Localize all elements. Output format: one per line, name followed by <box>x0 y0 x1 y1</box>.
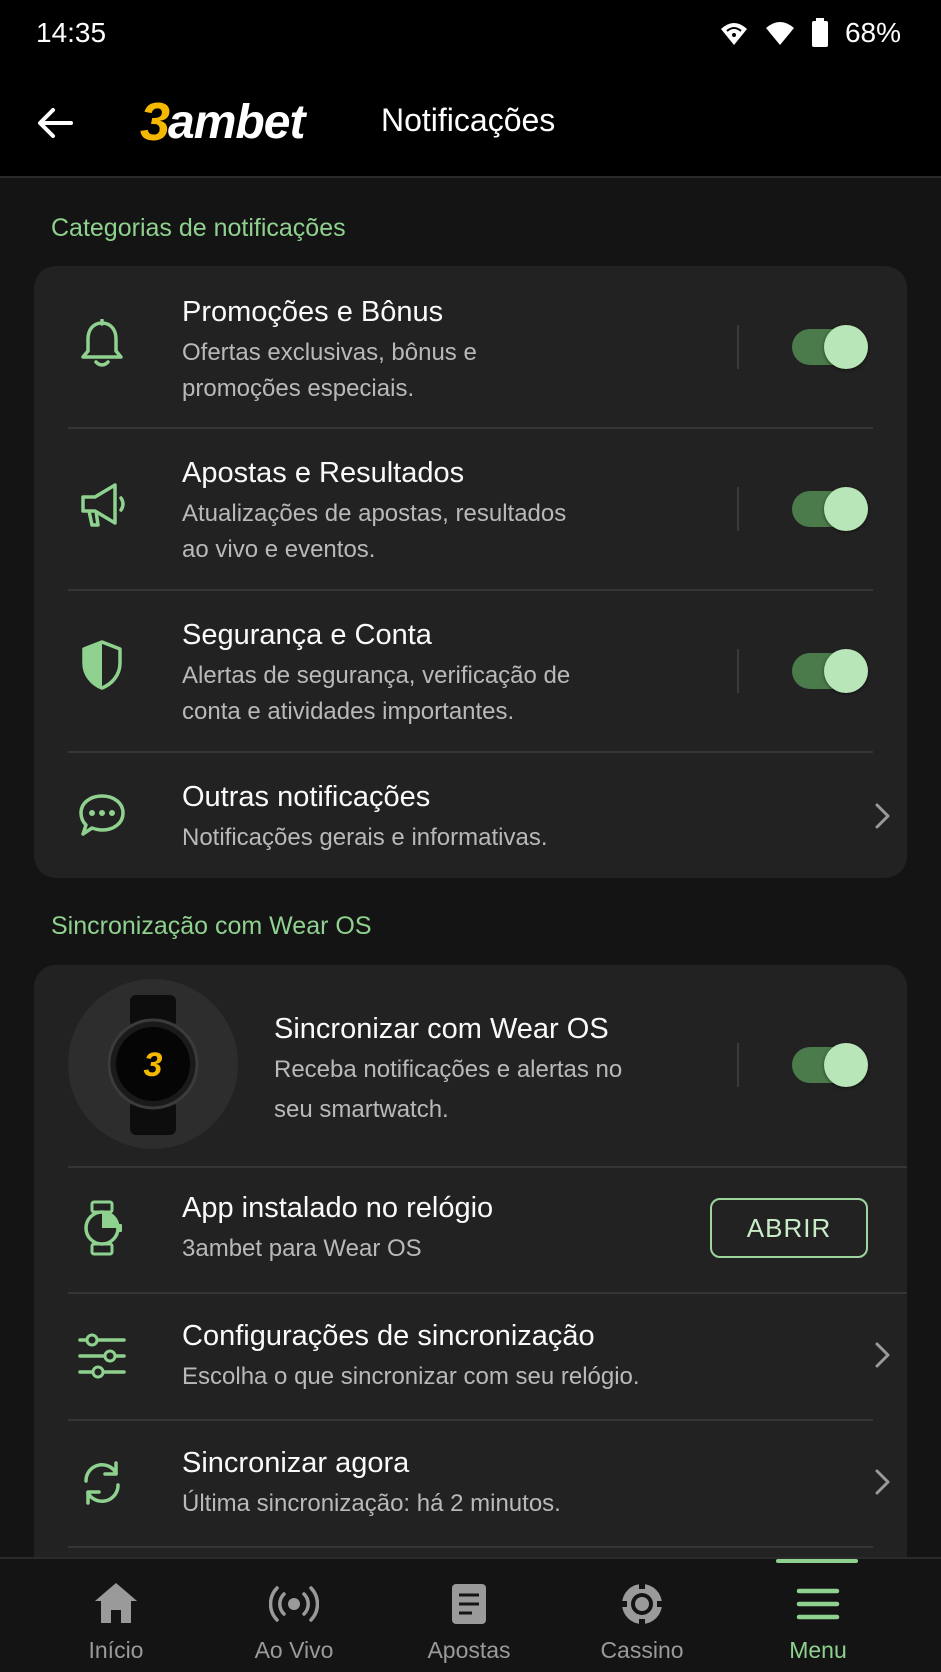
watch-check-icon <box>74 1200 130 1256</box>
toggle-knob <box>824 649 868 693</box>
installed-app-row: App instalado no relógio 3ambet para Wea… <box>34 1168 907 1292</box>
sliders-icon <box>74 1328 130 1384</box>
sync-now-description: Última sincronização: há 2 minutos. <box>182 1490 561 1517</box>
description-line: Atualizações de apostas, resultados <box>182 500 567 527</box>
row-divider <box>68 1546 873 1548</box>
description-line: promoções especiais. <box>182 375 415 402</box>
nav-label: Cassino <box>600 1637 684 1663</box>
toggle-seguranca[interactable] <box>792 649 868 693</box>
nav-cassino[interactable]: Cassino <box>572 1559 712 1672</box>
toggle-apostas[interactable] <box>792 487 868 531</box>
vertical-separator <box>737 1043 739 1087</box>
category-description: Notificações gerais e informativas. <box>182 820 547 856</box>
arrow-left-icon <box>38 108 73 138</box>
notification-categories-card: Promoções e Bônus Ofertas exclusivas, bô… <box>34 266 907 878</box>
description-line: Alertas de segurança, verificação de <box>182 662 571 689</box>
toggle-knob <box>824 487 868 531</box>
installed-app-description: 3ambet para Wear OS <box>182 1235 422 1262</box>
nav-label: Ao Vivo <box>254 1637 334 1663</box>
vertical-separator <box>737 487 739 531</box>
toggle-knob <box>824 1043 868 1087</box>
betslip-icon <box>452 1584 486 1624</box>
description-line: conta e atividades importantes. <box>182 698 515 725</box>
nav-inicio[interactable]: Início <box>46 1559 186 1672</box>
sync-icon <box>74 1455 130 1511</box>
watch-illustration: 3 <box>68 979 238 1149</box>
wifi-icon <box>765 22 794 45</box>
section-title-categorias: Categorias de notificações <box>51 214 346 242</box>
wear-sync-description: Receba notificações e alertas no seu sma… <box>274 1050 622 1130</box>
chevron-right-icon <box>875 1469 890 1495</box>
category-row-outras[interactable]: Outras notificações Notificações gerais … <box>34 753 907 878</box>
back-button[interactable] <box>30 98 80 148</box>
description-line: Receba notificações e alertas no <box>274 1056 623 1083</box>
toggle-promocoes[interactable] <box>792 325 868 369</box>
nav-ao-vivo[interactable]: Ao Vivo <box>224 1559 364 1672</box>
bell-icon <box>74 316 130 372</box>
category-title: Promoções e Bônus <box>182 296 444 328</box>
category-row-apostas[interactable]: Apostas e Resultados Atualizações de apo… <box>34 429 907 589</box>
nav-label: Início <box>88 1637 144 1663</box>
section-title-wear-os: Sincronização com Wear OS <box>51 912 372 940</box>
open-app-button[interactable]: ABRIR <box>710 1198 868 1258</box>
smartwatch-icon: 3 <box>107 995 199 1135</box>
description-line: ao vivo e eventos. <box>182 536 376 563</box>
category-row-seguranca[interactable]: Segurança e Conta Alertas de segurança, … <box>34 591 907 751</box>
status-bar: 14:35 68% <box>0 0 941 66</box>
chevron-right-icon <box>875 1342 890 1368</box>
hotspot-icon <box>720 23 747 45</box>
battery-percent: 68% <box>844 17 901 48</box>
toggle-wear-sync[interactable] <box>792 1043 868 1087</box>
home-icon <box>95 1583 137 1623</box>
live-icon <box>269 1586 319 1622</box>
watch-logo: 3 <box>144 1046 163 1084</box>
toggle-knob <box>824 325 868 369</box>
megaphone-icon <box>74 477 130 533</box>
nav-label: Apostas <box>427 1637 511 1663</box>
top-app-bar: 3 ambet Notificações <box>0 66 941 178</box>
description-line: seu smartwatch. <box>274 1096 449 1123</box>
wear-sync-title: Sincronizar com Wear OS <box>274 1013 609 1045</box>
category-title: Apostas e Resultados <box>182 457 465 489</box>
chevron-right-icon <box>875 803 890 829</box>
sync-settings-row[interactable]: Configurações de sincronização Escolha o… <box>34 1294 907 1419</box>
description-line: Notificações gerais e informativas. <box>182 824 548 851</box>
vertical-separator <box>737 325 739 369</box>
bottom-navigation: Início Ao Vivo Apostas Cassino Menu <box>0 1557 941 1672</box>
category-description: Alertas de segurança, verificação de con… <box>182 658 570 730</box>
nav-label: Menu <box>789 1637 847 1663</box>
status-time: 14:35 <box>36 17 107 48</box>
casino-chip-icon <box>620 1582 664 1626</box>
shield-icon <box>74 637 130 693</box>
status-icons: 68% <box>719 17 901 49</box>
category-description: Atualizações de apostas, resultados ao v… <box>182 496 566 568</box>
nav-apostas[interactable]: Apostas <box>399 1559 539 1672</box>
sync-now-title: Sincronizar agora <box>182 1447 410 1479</box>
sync-settings-title: Configurações de sincronização <box>182 1320 595 1352</box>
sync-now-row[interactable]: Sincronizar agora Última sincronização: … <box>34 1421 907 1545</box>
brand-logo-text: ambet <box>168 95 305 149</box>
sync-settings-description: Escolha o que sincronizar com seu relógi… <box>182 1363 640 1390</box>
wear-sync-row[interactable]: 3 Sincronizar com Wear OS Receba notific… <box>34 965 907 1165</box>
installed-app-title: App instalado no relógio <box>182 1192 494 1224</box>
page-title: Notificações <box>381 102 556 138</box>
category-description: Ofertas exclusivas, bônus e promoções es… <box>182 335 477 407</box>
description-line: Ofertas exclusivas, bônus e <box>182 339 477 366</box>
brand-logo: 3 ambet <box>140 92 305 152</box>
vertical-separator <box>737 649 739 693</box>
category-title: Outras notificações <box>182 781 431 813</box>
category-title: Segurança e Conta <box>182 619 432 651</box>
menu-icon <box>796 1588 840 1620</box>
battery-icon <box>811 18 828 47</box>
nav-menu[interactable]: Menu <box>748 1559 888 1672</box>
brand-logo-3: 3 <box>140 92 170 152</box>
chat-icon <box>74 787 130 843</box>
category-row-promocoes[interactable]: Promoções e Bônus Ofertas exclusivas, bô… <box>34 266 907 427</box>
wear-os-card: 3 Sincronizar com Wear OS Receba notific… <box>34 965 907 1605</box>
